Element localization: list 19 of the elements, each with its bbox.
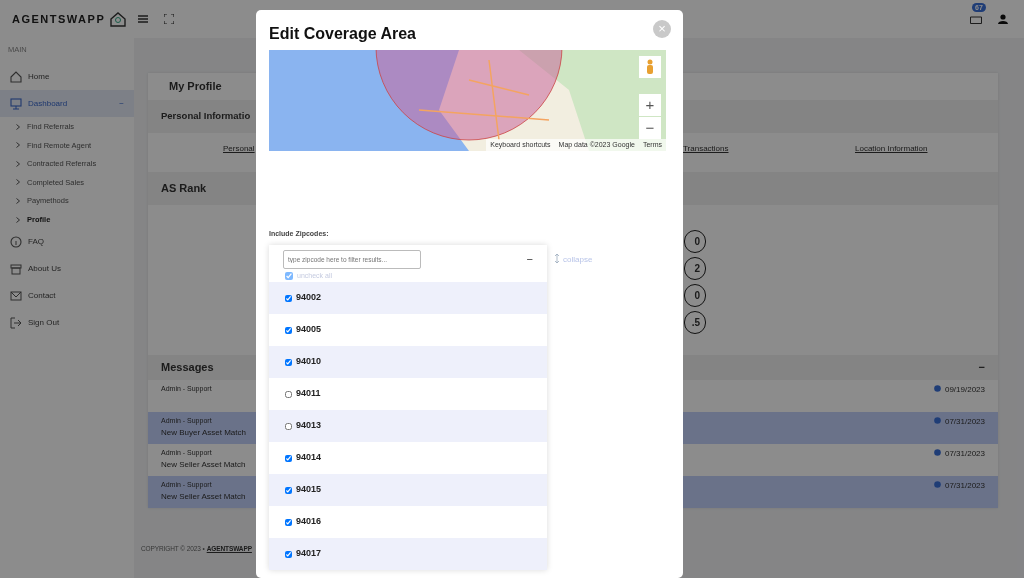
modal-title: Edit Coverage Area: [269, 24, 416, 44]
logo-text: AGENTSWAPP: [12, 11, 106, 27]
message-subject: New Seller Asset Match: [161, 490, 246, 503]
zipcode-label: 94005: [296, 323, 322, 337]
section-header: Messages: [161, 360, 214, 376]
message-subject: New Seller Asset Match: [161, 458, 246, 471]
zipcode-label: 94013: [296, 419, 322, 433]
message-date: 07/31/2023: [944, 416, 985, 428]
zipcode-label: 94017: [296, 547, 322, 561]
zipcode-label: 94014: [296, 451, 322, 465]
zipcode-label: 94011: [296, 387, 321, 401]
zipcode-label: 94016: [296, 515, 322, 529]
zipcode-label: 94015: [296, 483, 322, 497]
zipcode-label: 94010: [296, 355, 322, 369]
zipcode-label: 94002: [296, 291, 322, 305]
message-date: 07/31/2023: [944, 448, 985, 460]
message-subject: New Buyer Asset Match: [161, 426, 246, 439]
message-date: 09/19/2023: [944, 384, 985, 396]
message-date: 07/31/2023: [944, 480, 985, 492]
